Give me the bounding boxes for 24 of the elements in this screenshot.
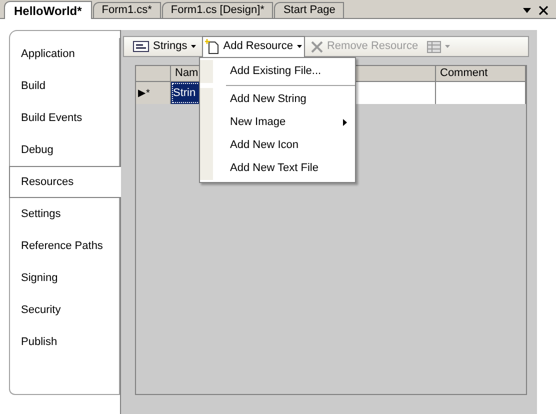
menu-item[interactable]: Add New Icon [200,134,355,157]
resource-type-icon [133,41,149,52]
menu-item[interactable]: New Image [200,111,355,134]
row-header: ▶* [136,82,171,104]
submenu-arrow-icon [343,119,347,126]
grid-view-icon [427,40,442,52]
toolbar-button[interactable]: Strings [130,38,200,56]
caret-icon [296,45,302,48]
close-icon[interactable] [539,6,548,14]
caret-icon [445,45,450,48]
document-tab[interactable]: Start Page [274,2,344,18]
menu-item[interactable]: Add New Text File [200,157,355,180]
sidebar-item[interactable]: Resources [9,166,121,198]
column-header[interactable]: Comment [436,66,526,81]
caret-icon [191,45,196,48]
dropdown-icon[interactable] [523,8,531,12]
document-tab[interactable]: HelloWorld* [4,1,92,19]
toolbar-button[interactable]: Add Resource [202,36,305,56]
document-tab[interactable]: Form1.cs [Design]* [162,2,274,18]
new-document-icon [205,39,220,54]
document-tab[interactable]: Form1.cs* [92,2,161,18]
menu-item[interactable]: Add Existing File... [200,60,355,83]
delete-icon [310,40,323,52]
menu-item[interactable]: Add New String [200,88,355,111]
